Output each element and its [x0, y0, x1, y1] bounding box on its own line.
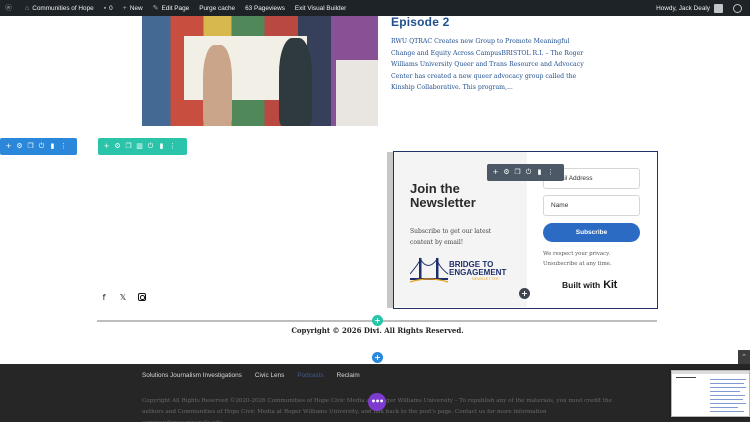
add-row-button[interactable]: + — [372, 315, 383, 326]
logo-text-line2: ENGAGEMENT — [449, 268, 507, 277]
section-toolbar: + ⚙ ❐ ▥ ⏻ ▮ ⋮ — [98, 138, 187, 155]
footer-link-civic-lens[interactable]: Civic Lens — [255, 372, 284, 379]
more-icon[interactable]: ⋮ — [546, 168, 555, 177]
x-twitter-icon[interactable]: 𝕏 — [119, 293, 127, 302]
bridge-to-engagement-logo: BRIDGE TO ENGAGEMENT NEWSLETTER — [409, 254, 512, 284]
trash-icon[interactable]: ▮ — [157, 142, 166, 151]
more-icon[interactable]: ⋮ — [59, 142, 68, 151]
site-name-link[interactable]: ⌂ Communities of Hope — [20, 0, 99, 16]
footer-link-podcasts[interactable]: Podcasts — [297, 372, 323, 379]
privacy-note: We respect your privacy. Unsubscribe at … — [543, 251, 612, 267]
plus-icon: + — [122, 4, 127, 12]
scroll-to-top-button[interactable]: ⌃ — [738, 350, 750, 364]
page-preview-thumbnail[interactable] — [671, 370, 750, 417]
row-toolbar: + ⚙ ❐ ⏻ ▮ ⋮ — [0, 138, 77, 155]
module-toolbar: + ⚙ ❐ ⏻ ▮ ⋮ — [487, 164, 564, 181]
admin-bar: ⓦ ⌂ Communities of Hope ▪ 0 + New ✎ Edit Pag… — [0, 0, 750, 16]
new-content-link[interactable]: + New — [118, 0, 148, 16]
newsletter-text: Subscribe to get our latest content by e… — [410, 228, 492, 246]
power-icon[interactable]: ⏻ — [524, 168, 533, 177]
footer-nav: Solutions Journalism Investigations Civi… — [142, 372, 360, 379]
home-icon: ⌂ — [25, 4, 30, 12]
wordpress-icon[interactable]: ⓦ — [0, 0, 20, 16]
episode-excerpt: RWU QTRAC Creates new Group to Promote M… — [391, 38, 584, 91]
pageviews-link[interactable]: 63 Pageviews — [240, 0, 290, 16]
instagram-icon[interactable] — [138, 293, 146, 301]
trash-icon[interactable]: ▮ — [48, 142, 57, 151]
duplicate-icon[interactable]: ❐ — [26, 142, 35, 151]
comments-link[interactable]: ▪ 0 — [99, 0, 118, 16]
built-with-label: Built with — [562, 280, 601, 290]
trash-icon[interactable]: ▮ — [535, 168, 544, 177]
gear-icon[interactable]: ⚙ — [502, 168, 511, 177]
columns-icon[interactable]: ▥ — [135, 142, 144, 151]
add-icon[interactable]: + — [491, 168, 500, 177]
avatar[interactable] — [714, 3, 723, 13]
duplicate-icon[interactable]: ❐ — [124, 142, 133, 151]
facebook-icon[interactable]: f — [100, 293, 108, 302]
subscribe-button[interactable]: Subscribe — [543, 223, 640, 242]
howdy-user-link[interactable]: Howdy, Jack Dealy — [656, 5, 710, 12]
footer-link-reclaim[interactable]: Reclaim — [337, 372, 360, 379]
search-icon[interactable] — [733, 3, 742, 13]
name-field[interactable]: Name — [543, 195, 640, 216]
add-icon[interactable]: + — [4, 142, 13, 151]
newsletter-title: Join the Newsletter — [410, 181, 476, 210]
pencil-icon: ✎ — [152, 5, 159, 12]
comment-icon: ▪ — [103, 4, 107, 12]
footer-link-solutions[interactable]: Solutions Journalism Investigations — [142, 372, 242, 379]
duplicate-icon[interactable]: ❐ — [513, 168, 522, 177]
episode-title[interactable]: Episode 2 — [391, 15, 449, 29]
add-module-button[interactable]: + — [519, 288, 530, 299]
edit-page-link[interactable]: ✎ Edit Page — [148, 0, 195, 16]
gear-icon[interactable]: ⚙ — [113, 142, 122, 151]
builder-settings-button[interactable]: ••• — [368, 393, 386, 411]
power-icon[interactable]: ⏻ — [146, 142, 155, 151]
power-icon[interactable]: ⏻ — [37, 142, 46, 151]
add-section-button[interactable]: + — [372, 352, 383, 363]
social-icons: f 𝕏 — [100, 293, 146, 302]
built-with-kit-link[interactable]: Built with Kit — [562, 279, 617, 291]
kit-logo: Kit — [603, 279, 618, 291]
more-icon[interactable]: ⋮ — [168, 142, 177, 151]
gear-icon[interactable]: ⚙ — [15, 142, 24, 151]
episode-photo[interactable] — [142, 16, 378, 126]
logo-subtitle: NEWSLETTER — [472, 277, 499, 281]
add-icon[interactable]: + — [102, 142, 111, 151]
exit-visual-builder-link[interactable]: Exit Visual Builder — [290, 0, 351, 16]
copyright-text: Copyright © 2026 Divi. All Rights Reserv… — [291, 326, 464, 335]
purge-cache-link[interactable]: Purge cache — [194, 0, 240, 16]
